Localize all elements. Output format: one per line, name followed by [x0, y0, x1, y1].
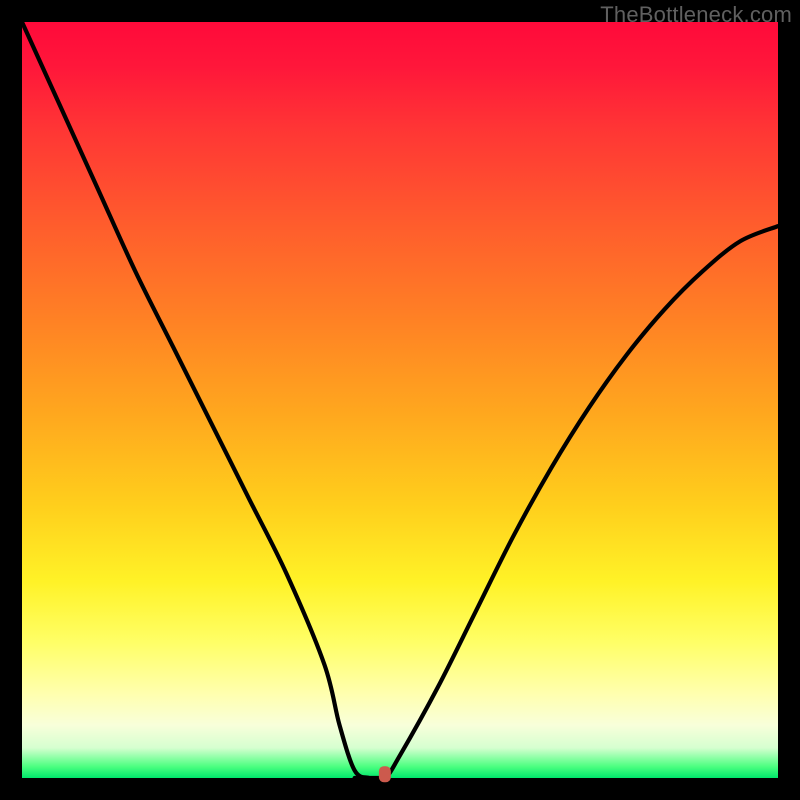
bottleneck-curve — [22, 22, 778, 778]
chart-frame — [22, 22, 778, 778]
curve-path — [22, 22, 778, 780]
min-marker-icon — [379, 766, 391, 782]
